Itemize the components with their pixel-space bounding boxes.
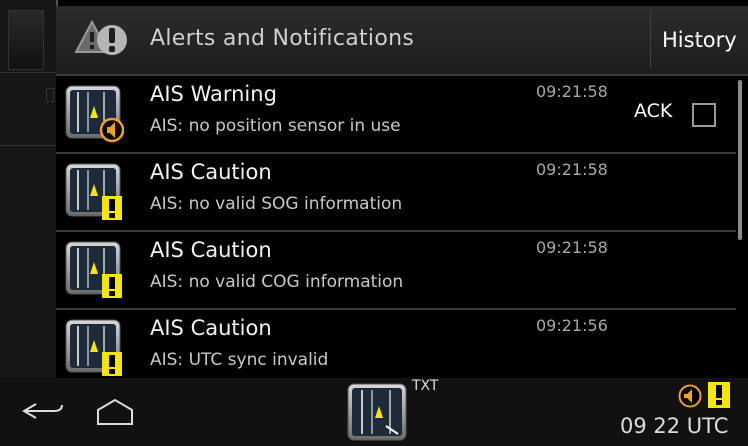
alert-description: AIS: no valid SOG information: [150, 194, 403, 214]
alert-title: AIS Warning: [150, 82, 277, 106]
alert-description: AIS: no valid COG information: [150, 272, 404, 292]
alert-title: AIS Caution: [150, 160, 272, 184]
back-icon[interactable]: [18, 396, 68, 426]
bottom-nav-bar: TXT 09 22 UTC: [0, 378, 748, 446]
home-icon[interactable]: [90, 394, 140, 428]
screen: Alerts and Notifications History AIS War…: [0, 0, 748, 446]
background-app-strip: [0, 0, 58, 378]
header-divider: [650, 12, 651, 68]
history-button[interactable]: History: [662, 28, 737, 52]
dialog-title: Alerts and Notifications: [150, 26, 415, 51]
caution-exclamation-icon[interactable]: [708, 382, 730, 408]
txt-label: TXT: [412, 378, 439, 394]
alert-description: AIS: no position sensor in use: [150, 116, 401, 136]
ack-label: ACK: [634, 100, 673, 122]
alert-row-caution[interactable]: AIS Caution AIS: UTC sync invalid 09:21:…: [56, 310, 736, 378]
radar-exclamation-icon: [65, 319, 122, 376]
alert-row-caution[interactable]: AIS Caution AIS: no valid COG informatio…: [56, 232, 736, 310]
alert-time: 09:21:56: [536, 316, 608, 335]
alert-title: AIS Caution: [150, 238, 272, 262]
dialog-header: Alerts and Notifications History: [56, 6, 748, 76]
alert-time: 09:21:58: [536, 238, 608, 257]
alert-description: AIS: UTC sync invalid: [150, 350, 329, 370]
alerts-notifications-icon: [74, 19, 127, 55]
radar-speaker-icon: [65, 85, 124, 143]
alert-row-warning[interactable]: AIS Warning AIS: no position sensor in u…: [56, 76, 736, 154]
background-divider: [0, 72, 56, 73]
radar-app-icon[interactable]: [346, 382, 408, 442]
background-radar-thumbnail: [8, 10, 44, 70]
alert-row-caution[interactable]: AIS Caution AIS: no valid SOG informatio…: [56, 154, 736, 232]
ack-checkbox[interactable]: [692, 103, 716, 127]
radar-exclamation-icon: [65, 241, 122, 298]
alert-list: AIS Warning AIS: no position sensor in u…: [56, 76, 748, 378]
utc-clock: 09 22 UTC: [620, 414, 729, 438]
alert-time: 09:21:58: [536, 160, 608, 179]
background-divider-2: [0, 145, 56, 146]
background-checkbox: [46, 88, 54, 102]
alerts-dialog: Alerts and Notifications History AIS War…: [56, 6, 748, 378]
radar-exclamation-icon: [65, 163, 122, 220]
alert-title: AIS Caution: [150, 316, 272, 340]
alert-time: 09:21:58: [536, 82, 608, 101]
warning-speaker-icon[interactable]: [678, 384, 702, 408]
list-scrollbar[interactable]: [738, 80, 742, 240]
